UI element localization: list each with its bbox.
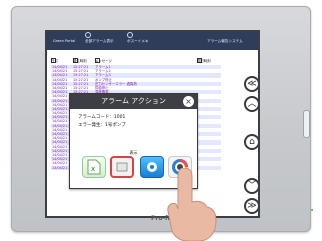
usb-slot <box>303 110 310 138</box>
topbar-title: Green Portal <box>53 39 76 43</box>
alarm-message: エラー発生：1号ポンプ <box>78 123 126 128</box>
page-top-icon: ≪ <box>247 79 257 89</box>
page-bottom-icon: ≫ <box>247 201 257 211</box>
header-recover-label: 復旧時刻 <box>197 59 211 63</box>
home-icon: ⌂ <box>249 137 255 147</box>
header-time-label: 発生時刻 <box>73 59 87 63</box>
close-icon[interactable]: × <box>183 96 194 107</box>
topbar-item-alarms-label: 全部アラーム表示 <box>85 39 114 43</box>
svg-text:x: x <box>91 165 95 173</box>
header-date-label: 日付 <box>51 59 58 63</box>
header-message-label: メッセージ <box>95 59 112 63</box>
alarm-code: アラームコード：1001 <box>78 115 126 120</box>
camera-icon[interactable] <box>110 156 134 178</box>
page-bottom-button[interactable]: ≫ <box>244 198 258 214</box>
chevron-up-icon: ︿ <box>247 99 257 109</box>
hand-pointer-icon <box>167 168 217 241</box>
row-date: 14/04/21 <box>52 165 68 170</box>
table-header: 日付 発生時刻 メッセージ 復旧時刻 <box>47 56 258 64</box>
topbar-item-2-label: ポスーイメキ <box>127 39 149 43</box>
excel-icon[interactable]: x <box>82 156 106 178</box>
chevron-down-icon: ﹀ <box>247 181 257 191</box>
scroll-down-button[interactable]: ﹀ <box>244 178 258 194</box>
top-bar: Green Portal 全部アラーム表示 ポスーイメキ アラーム報告システム <box>47 32 258 50</box>
scroll-up-button[interactable]: ︿ <box>244 96 258 112</box>
page-top-button[interactable]: ≪ <box>244 76 258 92</box>
power-led <box>311 209 313 211</box>
gear-icon[interactable] <box>140 156 164 178</box>
home-button[interactable]: ⌂ <box>244 134 258 150</box>
dialog-title-text: アラーム アクション <box>101 97 166 105</box>
topbar-right-text: アラーム報告システム <box>207 39 243 43</box>
dialog-title: アラーム アクション <box>70 94 197 109</box>
